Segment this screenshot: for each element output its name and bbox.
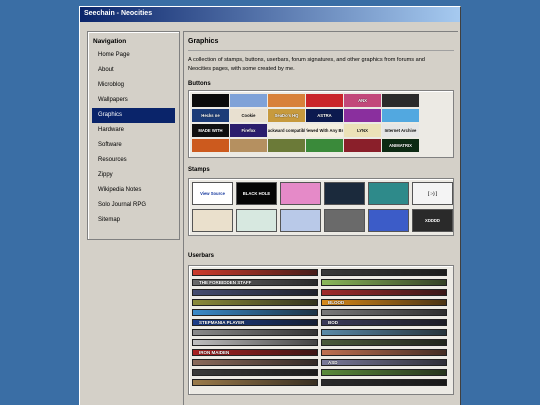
nav-title: Navigation [93, 38, 127, 45]
graphic-button[interactable] [192, 139, 229, 152]
userbar-image[interactable]: THE FORBIDDEN STAFF [192, 279, 318, 286]
graphic-button[interactable] [344, 139, 381, 152]
buttons-heading: Buttons [188, 81, 211, 87]
stamp-image[interactable] [236, 209, 277, 232]
userbar-image[interactable] [192, 309, 318, 316]
nav-item-home-page[interactable]: Home Page [92, 48, 175, 63]
graphic-button[interactable] [230, 94, 267, 107]
userbars-heading: Userbars [188, 253, 215, 259]
graphic-button[interactable]: SeaDo's HQ [268, 109, 305, 122]
userbar-image[interactable] [192, 299, 318, 306]
main-content: Graphics A collection of stamps, buttons… [183, 31, 458, 405]
graphic-button[interactable] [192, 94, 229, 107]
graphic-button[interactable] [268, 139, 305, 152]
userbars-box: THE FORBIDDEN STAFF BLOOD STEPMANIA PLAYER… [188, 265, 454, 395]
nav-item-resources[interactable]: Resources [92, 153, 175, 168]
graphic-button[interactable] [230, 139, 267, 152]
graphic-button[interactable]: ANX [344, 94, 381, 107]
buttons-box: ANX Hecks ne Cookie SeaDo's HQ ASTRA MADE WIT… [188, 90, 454, 158]
buttons-grid: ANX Hecks ne Cookie SeaDo's HQ ASTRA MADE WIT… [192, 94, 450, 152]
userbar-image[interactable] [321, 269, 447, 276]
userbar-image[interactable] [192, 289, 318, 296]
graphic-button[interactable] [268, 94, 305, 107]
navigation-sidebar: Navigation Home Page About Microblog Wallpa… [87, 31, 180, 240]
nav-item-wallpapers[interactable]: Wallpapers [92, 93, 175, 108]
nav-item-hardware[interactable]: Hardware [92, 123, 175, 138]
userbar-image[interactable] [321, 329, 447, 336]
graphic-button[interactable]: Hecks ne [192, 109, 229, 122]
graphic-button[interactable]: backward compatible [268, 124, 305, 137]
nav-item-microblog[interactable]: Microblog [92, 78, 175, 93]
userbar-image[interactable] [192, 359, 318, 366]
stamp-image[interactable] [368, 182, 409, 205]
stamp-image[interactable]: [ :-) ] [412, 182, 453, 205]
userbar-image[interactable] [321, 309, 447, 316]
userbar-image[interactable] [192, 369, 318, 376]
graphic-button[interactable]: Firefox [230, 124, 267, 137]
graphic-button[interactable]: ASTRA [306, 109, 343, 122]
nav-item-graphics[interactable]: Graphics [92, 108, 175, 123]
userbar-image[interactable] [321, 289, 447, 296]
nav-list: Home Page About Microblog Wallpapers Graphic… [88, 48, 179, 228]
userbar-image[interactable]: STEPMANIA PLAYER [192, 319, 318, 326]
nav-item-software[interactable]: Software [92, 138, 175, 153]
userbars-grid: THE FORBIDDEN STAFF BLOOD STEPMANIA PLAYER… [192, 269, 450, 386]
graphic-button[interactable] [382, 109, 419, 122]
stamp-image[interactable]: BLACK HOLE [236, 182, 277, 205]
userbar-image[interactable] [192, 329, 318, 336]
userbar-image[interactable] [192, 269, 318, 276]
userbar-image[interactable] [192, 379, 318, 386]
stamp-image[interactable] [324, 182, 365, 205]
nav-item-sitemap[interactable]: Sitemap [92, 213, 175, 228]
stamp-image[interactable]: View Source [192, 182, 233, 205]
page-title: Graphics [188, 38, 219, 45]
stamps-heading: Stamps [188, 167, 210, 173]
intro-text: A collection of stamps, buttons, userbar… [188, 57, 425, 72]
userbar-image[interactable] [321, 279, 447, 286]
graphic-button[interactable]: Internet Archive [382, 124, 419, 137]
graphic-button[interactable]: LYNX [344, 124, 381, 137]
stamps-grid: View Source BLACK HOLE [ :-) ] XDDDD [192, 182, 453, 232]
stamp-image[interactable] [280, 209, 321, 232]
userbar-image[interactable]: BOD [321, 319, 447, 326]
graphic-button[interactable] [344, 109, 381, 122]
browser-window: Seechain - Neocities Navigation Home Pag… [79, 6, 461, 405]
userbar-image[interactable] [321, 339, 447, 346]
userbar-image[interactable] [192, 339, 318, 346]
graphic-button[interactable]: MADE WITH [192, 124, 229, 137]
graphic-button[interactable]: ANIMATRIX [382, 139, 419, 152]
stamps-box: View Source BLACK HOLE [ :-) ] XDDDD [188, 178, 454, 236]
stamp-image[interactable] [192, 209, 233, 232]
nav-item-wikipedia-notes[interactable]: Wikipedia Notes [92, 183, 175, 198]
graphic-button[interactable] [306, 94, 343, 107]
stamp-image[interactable] [280, 182, 321, 205]
userbar-image[interactable] [321, 379, 447, 386]
graphic-button[interactable]: Cookie [230, 109, 267, 122]
userbar-image[interactable]: IRON MAIDEN [192, 349, 318, 356]
stamp-image[interactable] [368, 209, 409, 232]
window-title: Seechain - Neocities [80, 7, 460, 22]
graphic-button[interactable] [382, 94, 419, 107]
userbar-image[interactable]: ASD [321, 359, 447, 366]
userbar-image[interactable] [321, 349, 447, 356]
graphic-button[interactable]: Best Viewed With Any Browser [306, 124, 343, 137]
nav-item-solo-journal-rpg[interactable]: Solo Journal RPG [92, 198, 175, 213]
stamp-image[interactable] [324, 209, 365, 232]
graphic-button[interactable] [306, 139, 343, 152]
stamp-image[interactable]: XDDDD [412, 209, 453, 232]
nav-item-about[interactable]: About [92, 63, 175, 78]
nav-item-zippy[interactable]: Zippy [92, 168, 175, 183]
userbar-image[interactable]: BLOOD [321, 299, 447, 306]
userbar-image[interactable] [321, 369, 447, 376]
